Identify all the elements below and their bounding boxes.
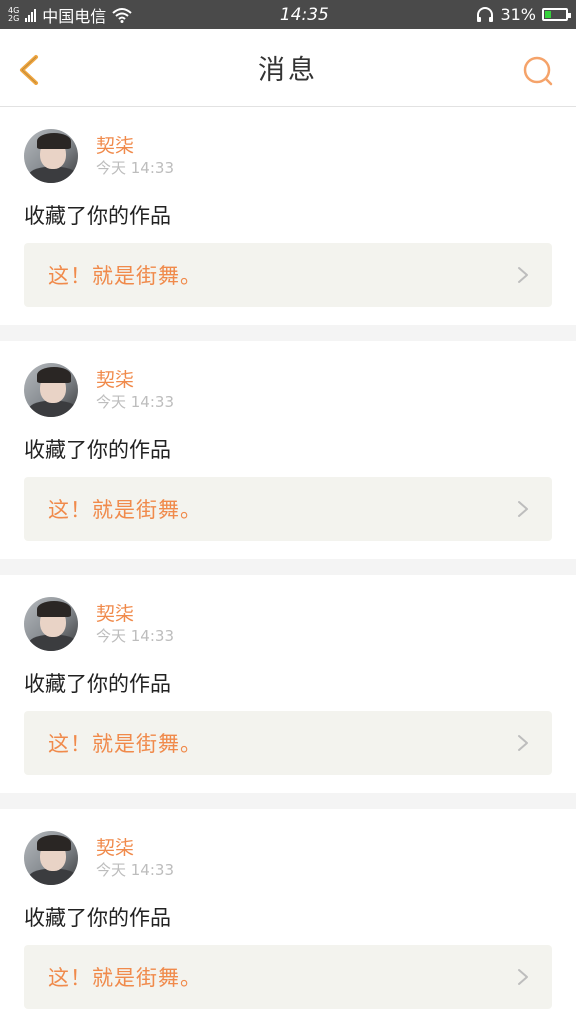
work-link[interactable]: 这！就是街舞。 <box>24 477 552 541</box>
message-card: 契柒 今天 14:33 收藏了你的作品 这！就是街舞。 <box>0 809 576 1027</box>
username[interactable]: 契柒 <box>96 836 174 860</box>
avatar[interactable] <box>24 597 78 651</box>
work-link[interactable]: 这！就是街舞。 <box>24 711 552 775</box>
avatar[interactable] <box>24 363 78 417</box>
status-left: 4G 2G 中国电信 <box>8 3 132 27</box>
carrier-name: 中国电信 <box>42 6 107 26</box>
user-meta: 契柒 今天 14:33 <box>96 602 174 646</box>
work-link[interactable]: 这！就是街舞。 <box>24 243 552 307</box>
work-link[interactable]: 这！就是街舞。 <box>24 945 552 1009</box>
page-title: 消息 <box>258 55 318 86</box>
work-title: 这！就是街舞。 <box>48 732 202 756</box>
message-list: 契柒 今天 14:33 收藏了你的作品 这！就是街舞。 契柒 今天 14:33 … <box>0 107 576 1027</box>
avatar[interactable] <box>24 129 78 183</box>
network-type: 4G 2G <box>8 6 20 23</box>
signal-2g-label: 2G <box>8 13 20 23</box>
message-time: 今天 14:33 <box>96 159 174 177</box>
user-row: 契柒 今天 14:33 <box>24 361 552 419</box>
signal-strength-icon <box>25 8 37 22</box>
message-time: 今天 14:33 <box>96 627 174 645</box>
user-meta: 契柒 今天 14:33 <box>96 134 174 178</box>
user-row: 契柒 今天 14:33 <box>24 595 552 653</box>
action-text: 收藏了你的作品 <box>24 438 171 462</box>
action-text: 收藏了你的作品 <box>24 204 171 228</box>
username[interactable]: 契柒 <box>96 602 174 626</box>
chevron-right-icon <box>518 267 528 283</box>
work-title: 这！就是街舞。 <box>48 966 202 990</box>
username[interactable]: 契柒 <box>96 368 174 392</box>
chevron-right-icon <box>518 969 528 985</box>
action-text: 收藏了你的作品 <box>24 906 171 930</box>
user-row: 契柒 今天 14:33 <box>24 127 552 185</box>
status-bar: 4G 2G 中国电信 14:35 31% <box>0 0 576 29</box>
action-text: 收藏了你的作品 <box>24 672 171 696</box>
avatar[interactable] <box>24 831 78 885</box>
status-right: 31% <box>476 5 571 24</box>
username[interactable]: 契柒 <box>96 134 174 158</box>
user-row: 契柒 今天 14:33 <box>24 829 552 887</box>
headset-icon <box>477 6 494 22</box>
message-time: 今天 14:33 <box>96 861 174 879</box>
search-icon[interactable] <box>522 55 554 87</box>
back-arrow-icon[interactable] <box>14 53 46 85</box>
battery-level <box>545 11 552 18</box>
battery-icon <box>542 8 571 21</box>
message-card: 契柒 今天 14:33 收藏了你的作品 这！就是街舞。 <box>0 107 576 325</box>
message-card: 契柒 今天 14:33 收藏了你的作品 这！就是街舞。 <box>0 575 576 793</box>
user-meta: 契柒 今天 14:33 <box>96 836 174 880</box>
work-title: 这！就是街舞。 <box>48 264 202 288</box>
work-title: 这！就是街舞。 <box>48 498 202 522</box>
user-meta: 契柒 今天 14:33 <box>96 368 174 412</box>
battery-percent: 31% <box>500 5 536 24</box>
message-time: 今天 14:33 <box>96 393 174 411</box>
chevron-right-icon <box>518 735 528 751</box>
message-card: 契柒 今天 14:33 收藏了你的作品 这！就是街舞。 <box>0 341 576 559</box>
chevron-right-icon <box>518 501 528 517</box>
status-time: 14:35 <box>279 4 329 25</box>
nav-header: 消息 <box>0 29 576 107</box>
wifi-icon <box>112 7 132 23</box>
